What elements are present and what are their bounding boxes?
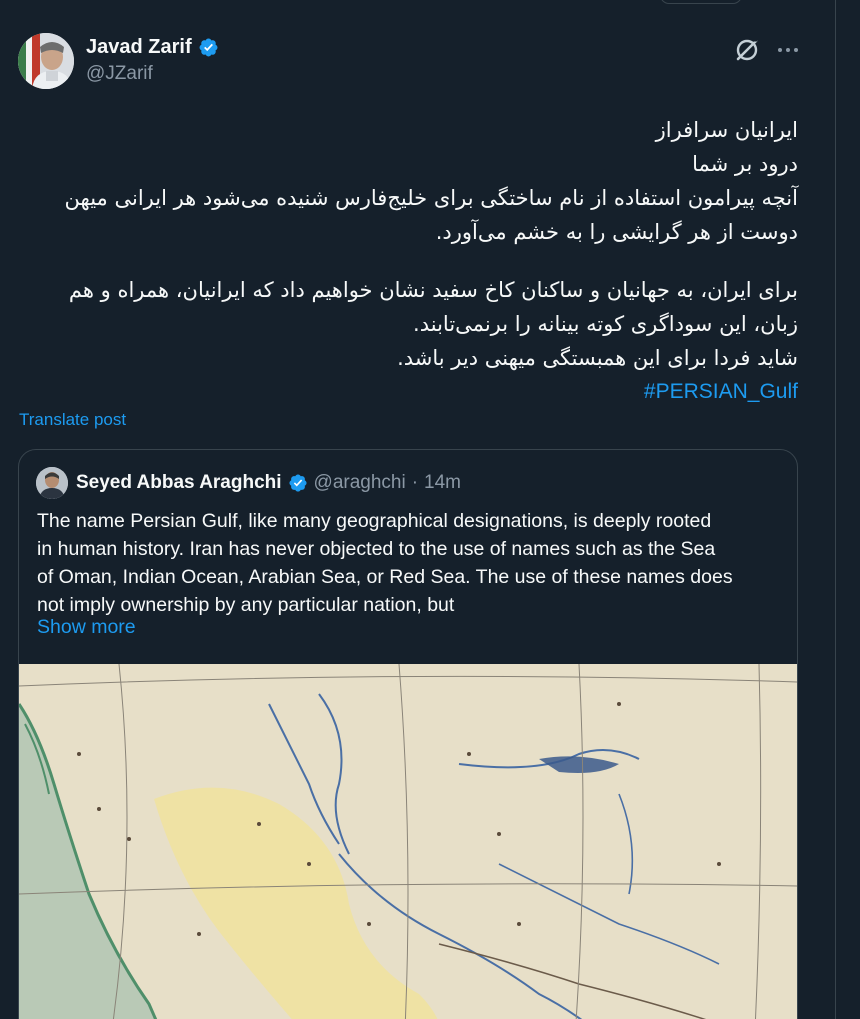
grok-icon[interactable] (733, 36, 761, 64)
quoted-author-name[interactable]: Seyed Abbas Araghchi (76, 472, 282, 494)
author-handle[interactable]: @JZarif (86, 63, 153, 85)
paragraph-break (18, 249, 798, 273)
avatar[interactable] (18, 33, 74, 89)
post: Javad Zarif @JZarif ایرانیان سرافراز درو… (0, 0, 836, 1019)
quoted-line: The name Persian Gulf, like many geograp… (37, 510, 712, 532)
verified-badge-icon (199, 38, 218, 56)
post-line: شاید فردا برای این همبستگی میهنی دیر باش… (397, 346, 798, 370)
page: Javad Zarif @JZarif ایرانیان سرافراز درو… (0, 0, 860, 1019)
quoted-avatar[interactable] (36, 467, 68, 499)
scrollbar[interactable] (835, 0, 860, 1019)
show-more-link[interactable]: Show more (37, 616, 136, 639)
post-line: برای ایران، به جهانیان و ساکنان کاخ سفید… (68, 278, 798, 302)
quoted-line: of Oman, Indian Ocean, Arabian Sea, or R… (37, 566, 733, 588)
post-line: درود بر شما (692, 152, 798, 176)
quoted-post[interactable]: Seyed Abbas Araghchi @araghchi · 14m The… (18, 449, 798, 1019)
more-options-icon[interactable] (774, 36, 802, 64)
quoted-handle[interactable]: @araghchi (314, 472, 406, 494)
post-line: ایرانیان سرافراز (655, 118, 798, 142)
translate-post-link[interactable]: Translate post (19, 410, 126, 430)
quoted-text: The name Persian Gulf, like many geograp… (37, 507, 785, 619)
quoted-header: Seyed Abbas Araghchi @araghchi · 14m (76, 469, 461, 497)
quoted-line: in human history. Iran has never objecte… (37, 538, 716, 560)
verified-badge-icon (289, 474, 307, 492)
map-illustration (19, 663, 797, 1019)
post-line: زبان، این سوداگری کوته بینانه را برنمی‌ت… (413, 312, 798, 336)
meta-separator: · (411, 472, 419, 493)
post-line: آنچه پیرامون استفاده از نام ساختگی برای … (64, 186, 798, 210)
quoted-line: not imply ownership by any particular na… (37, 594, 455, 616)
quoted-timestamp[interactable]: 14m (424, 472, 461, 494)
quoted-avatar-image (36, 467, 68, 499)
post-text: ایرانیان سرافراز درود بر شما آنچه پیرامو… (18, 113, 798, 409)
historical-map-image[interactable] (19, 663, 797, 1019)
author-name-row: Javad Zarif (86, 34, 219, 60)
avatar-image (18, 33, 74, 89)
author-name[interactable]: Javad Zarif (86, 36, 192, 59)
post-line: دوست از هر گرایشی را به خشم می‌آورد. (435, 220, 798, 244)
hashtag-link[interactable]: #PERSIAN_Gulf (18, 375, 798, 409)
